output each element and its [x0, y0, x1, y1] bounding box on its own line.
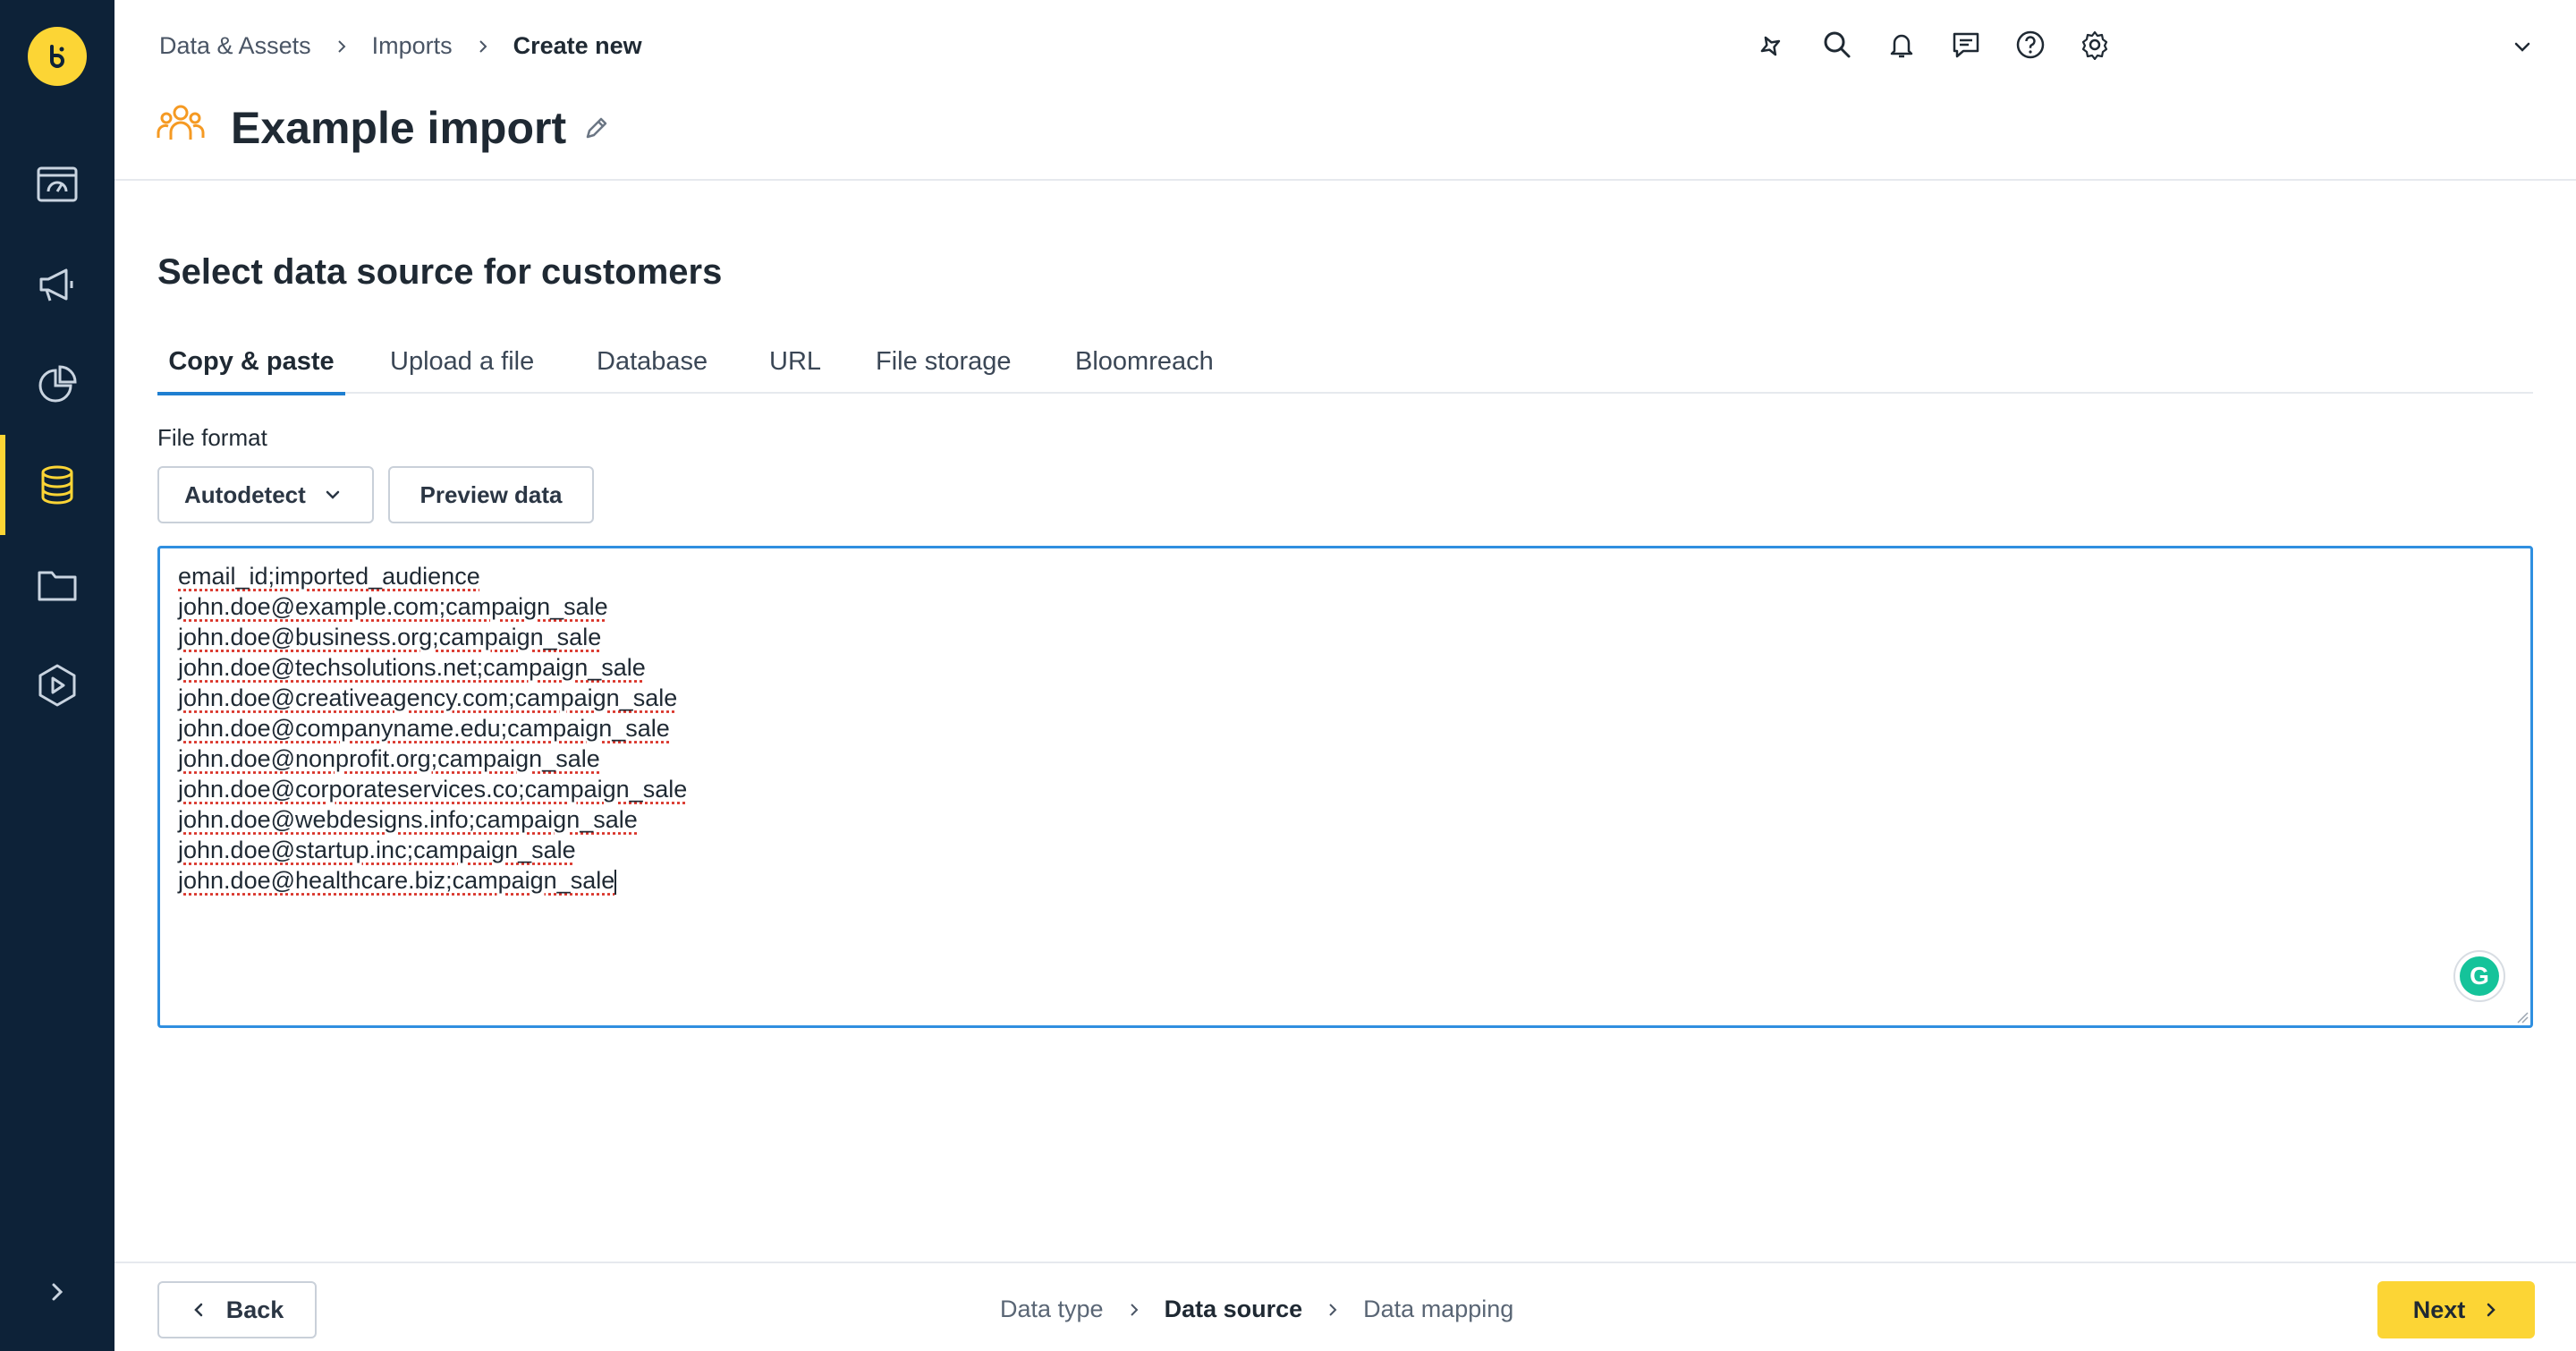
- textarea-line: john.doe@webdesigns.info;campaign_sale: [178, 806, 638, 833]
- textarea-line: john.doe@nonprofit.org;campaign_sale: [178, 745, 600, 772]
- textarea-line: john.doe@business.org;campaign_sale: [178, 624, 602, 650]
- step-data-source: Data source: [1164, 1296, 1303, 1322]
- chevron-down-icon: [324, 486, 342, 504]
- bell-icon[interactable]: [1869, 25, 1934, 64]
- pie-chart-icon: [38, 365, 77, 403]
- sidebar-item-campaigns[interactable]: [0, 234, 114, 335]
- textarea-line: email_id;imported_audience: [178, 563, 480, 590]
- search-icon[interactable]: [1805, 25, 1869, 64]
- database-icon: [41, 465, 73, 505]
- paste-data-textarea[interactable]: email_id;imported_audience john.doe@exam…: [157, 546, 2533, 1028]
- sidebar-item-analyses[interactable]: [0, 335, 114, 435]
- sidebar-item-files[interactable]: [0, 535, 114, 635]
- tab-database[interactable]: Database: [597, 340, 708, 394]
- chevron-right-icon: [2483, 1302, 2499, 1318]
- text-cursor: [614, 869, 617, 895]
- tab-upload-file[interactable]: Upload a file: [390, 340, 534, 394]
- wizard-steps: Data type Data source Data mapping: [1000, 1296, 1513, 1323]
- breadcrumb: Data & Assets Imports Create new: [159, 32, 642, 60]
- textarea-line: john.doe@companyname.edu;campaign_sale: [178, 715, 670, 742]
- chat-icon[interactable]: [1934, 25, 1998, 64]
- dashboard-icon: [37, 166, 78, 202]
- megaphone-icon: [39, 268, 73, 302]
- title-row: Example import: [156, 100, 611, 155]
- breadcrumb-item-data-assets[interactable]: Data & Assets: [159, 32, 311, 60]
- sidebar-item-scenarios[interactable]: [0, 635, 114, 735]
- back-label: Back: [225, 1296, 284, 1323]
- sidebar-item-data-assets[interactable]: [0, 435, 114, 535]
- chevron-right-icon: [476, 39, 490, 54]
- chevron-down-icon[interactable]: [2504, 29, 2540, 64]
- gear-icon[interactable]: [2063, 25, 2127, 64]
- sidebar: [0, 0, 114, 1351]
- chevron-left-icon: [191, 1302, 207, 1318]
- tab-bloomreach[interactable]: Bloomreach: [1075, 340, 1214, 394]
- page-header: Data & Assets Imports Create new Example…: [114, 0, 2576, 181]
- textarea-line: john.doe@techsolutions.net;campaign_sale: [178, 654, 646, 681]
- section-title: Select data source for customers: [157, 252, 723, 292]
- chevron-right-icon: [52, 1283, 64, 1301]
- tab-copy-paste[interactable]: Copy & paste: [157, 340, 345, 395]
- help-icon[interactable]: [1998, 25, 2063, 64]
- chevron-right-icon: [1326, 1303, 1340, 1317]
- textarea-line: john.doe@creativeagency.com;campaign_sal…: [178, 684, 678, 711]
- file-format-label: File format: [157, 424, 267, 451]
- bloomreach-logo-icon[interactable]: [28, 27, 87, 86]
- sidebar-expand-button[interactable]: [0, 1269, 114, 1315]
- next-label: Next: [2412, 1296, 2466, 1323]
- chevron-right-icon: [335, 39, 349, 54]
- chevron-right-icon: [1127, 1303, 1141, 1317]
- preview-data-button[interactable]: Preview data: [388, 466, 594, 523]
- step-data-mapping: Data mapping: [1363, 1296, 1514, 1322]
- breadcrumb-item-imports[interactable]: Imports: [372, 32, 453, 60]
- wizard-footer: Back Data type Data source Data mapping …: [114, 1262, 2576, 1351]
- top-toolbar: [1741, 25, 2127, 64]
- customers-group-icon: [156, 100, 206, 155]
- sparkle-icon[interactable]: [1741, 25, 1805, 64]
- data-source-tabs: Copy & paste Upload a file Database URL …: [157, 340, 2533, 395]
- breadcrumb-item-current: Create new: [513, 32, 642, 59]
- pencil-icon[interactable]: [582, 114, 611, 142]
- tab-file-storage[interactable]: File storage: [876, 340, 1012, 394]
- file-format-value: Autodetect: [184, 480, 306, 508]
- play-shield-icon: [38, 664, 76, 707]
- grammarly-icon[interactable]: G: [2453, 950, 2505, 1002]
- next-button[interactable]: Next: [2377, 1281, 2535, 1338]
- back-button[interactable]: Back: [157, 1281, 317, 1338]
- textarea-line: john.doe@startup.inc;campaign_sale: [178, 837, 576, 863]
- resize-handle-icon[interactable]: [2516, 1011, 2529, 1024]
- page-title: Example import: [231, 102, 567, 153]
- tab-url[interactable]: URL: [769, 340, 821, 394]
- file-format-select[interactable]: Autodetect: [157, 466, 374, 523]
- textarea-line: john.doe@healthcare.biz;campaign_sale: [178, 867, 617, 895]
- textarea-line: john.doe@corporateservices.co;campaign_s…: [178, 776, 688, 803]
- sidebar-item-dashboards[interactable]: [0, 134, 114, 234]
- folder-icon: [38, 571, 77, 601]
- step-data-type: Data type: [1000, 1296, 1104, 1322]
- textarea-line: john.doe@example.com;campaign_sale: [178, 593, 608, 620]
